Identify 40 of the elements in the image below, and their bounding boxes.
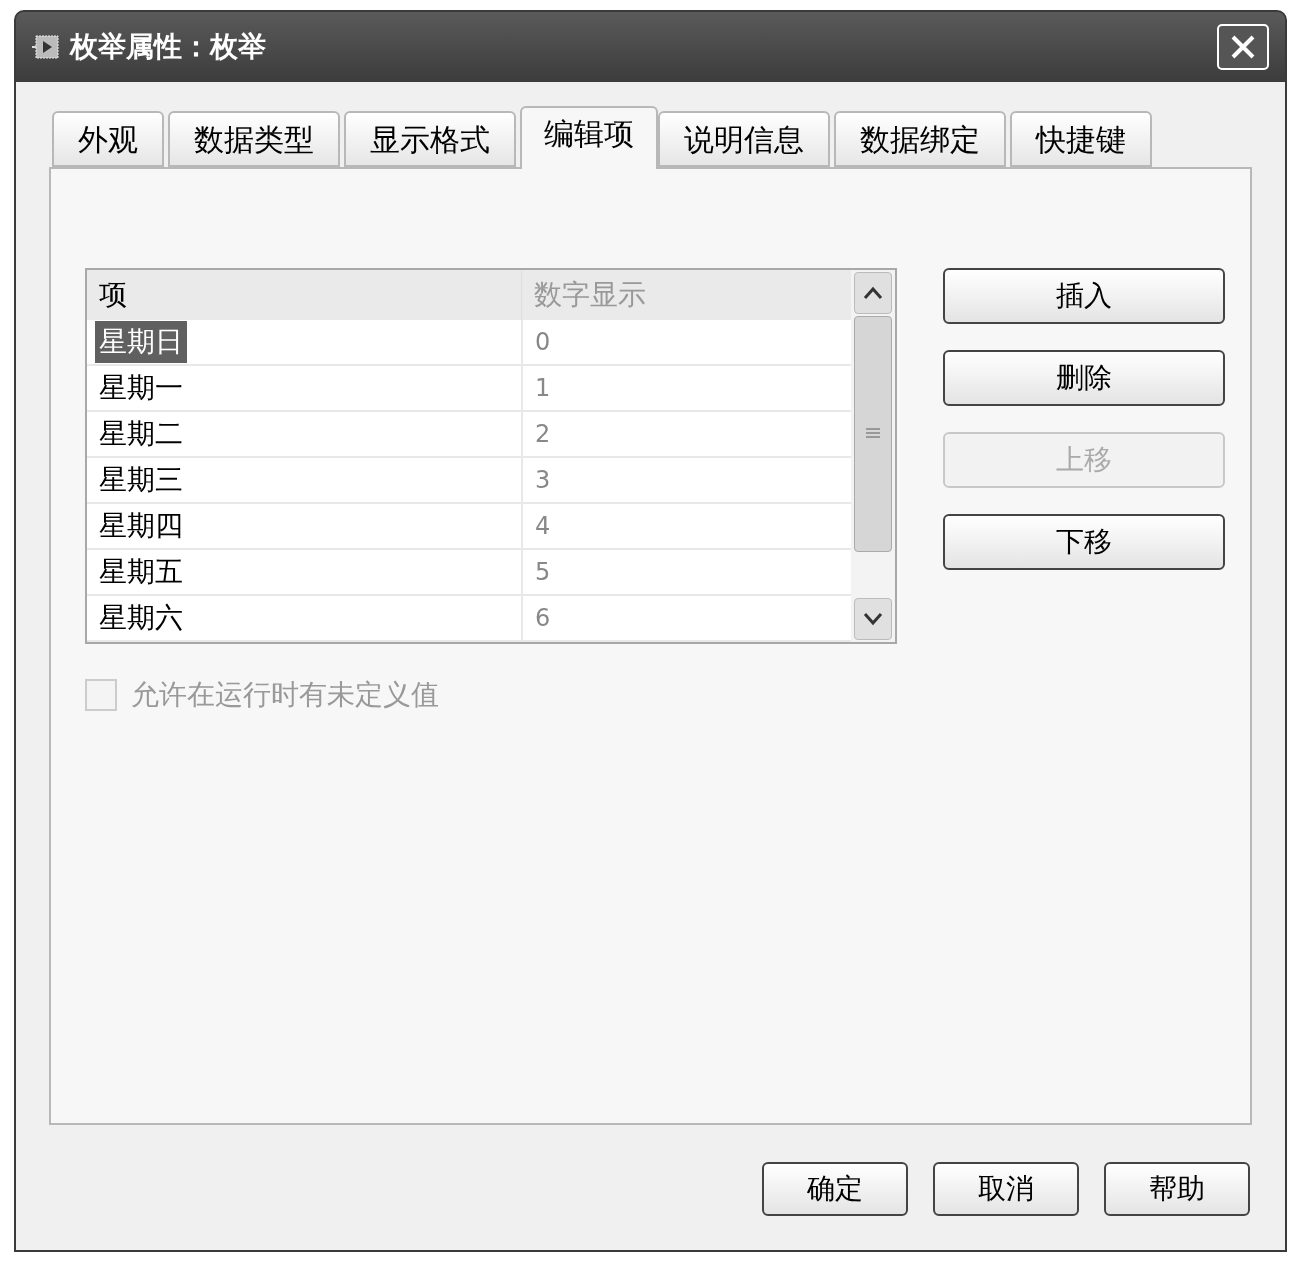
app-icon bbox=[32, 34, 62, 60]
list-item[interactable]: 星期四 bbox=[95, 505, 187, 547]
action-button[interactable]: 下移 bbox=[943, 514, 1225, 570]
table-cell-text: 6 bbox=[535, 603, 551, 634]
list-item[interactable]: 星期一 bbox=[95, 367, 187, 409]
table-cell-text: 3 bbox=[535, 465, 551, 496]
list-item[interactable]: 星期五 bbox=[95, 551, 187, 593]
table-cell-text: 5 bbox=[535, 557, 551, 588]
tab[interactable]: 数据类型 bbox=[168, 111, 340, 167]
checkbox-label: 允许在运行时有未定义值 bbox=[131, 677, 439, 713]
dialog-button[interactable]: 取消 bbox=[933, 1162, 1079, 1216]
grip-icon bbox=[865, 427, 881, 441]
table-cell-text: 0 bbox=[535, 327, 551, 358]
tab[interactable]: 快捷键 bbox=[1010, 111, 1152, 167]
window-title: 枚举属性：枚举 bbox=[70, 29, 266, 65]
dialog-button[interactable]: 帮助 bbox=[1104, 1162, 1250, 1216]
close-icon bbox=[1230, 34, 1256, 60]
table-cell-text: 2 bbox=[535, 419, 551, 450]
scroll-up-button[interactable] bbox=[854, 272, 892, 314]
tab[interactable]: 外观 bbox=[52, 111, 164, 167]
column-header: 项 bbox=[98, 277, 128, 313]
caret-up-icon bbox=[863, 286, 883, 300]
scroll-down-button[interactable] bbox=[854, 598, 892, 640]
list-item[interactable]: 星期三 bbox=[95, 459, 187, 501]
list-item[interactable]: 星期二 bbox=[95, 413, 187, 455]
action-button[interactable]: 插入 bbox=[943, 268, 1225, 324]
dialog-button[interactable]: 确定 bbox=[762, 1162, 908, 1216]
tab[interactable]: 显示格式 bbox=[344, 111, 516, 167]
tab[interactable]: 说明信息 bbox=[658, 111, 830, 167]
caret-down-icon bbox=[863, 612, 883, 626]
table-cell-text: 4 bbox=[535, 511, 551, 542]
scroll-thumb[interactable] bbox=[854, 316, 892, 552]
tab[interactable]: 编辑项 bbox=[520, 106, 658, 169]
action-button[interactable]: 删除 bbox=[943, 350, 1225, 406]
list-item[interactable]: 星期日 bbox=[95, 321, 187, 363]
scrollbar[interactable] bbox=[851, 270, 895, 642]
table-cell-text: 1 bbox=[535, 373, 551, 404]
tab[interactable]: 数据绑定 bbox=[834, 111, 1006, 167]
close-button[interactable] bbox=[1217, 24, 1269, 70]
list-item[interactable]: 星期六 bbox=[95, 597, 187, 639]
